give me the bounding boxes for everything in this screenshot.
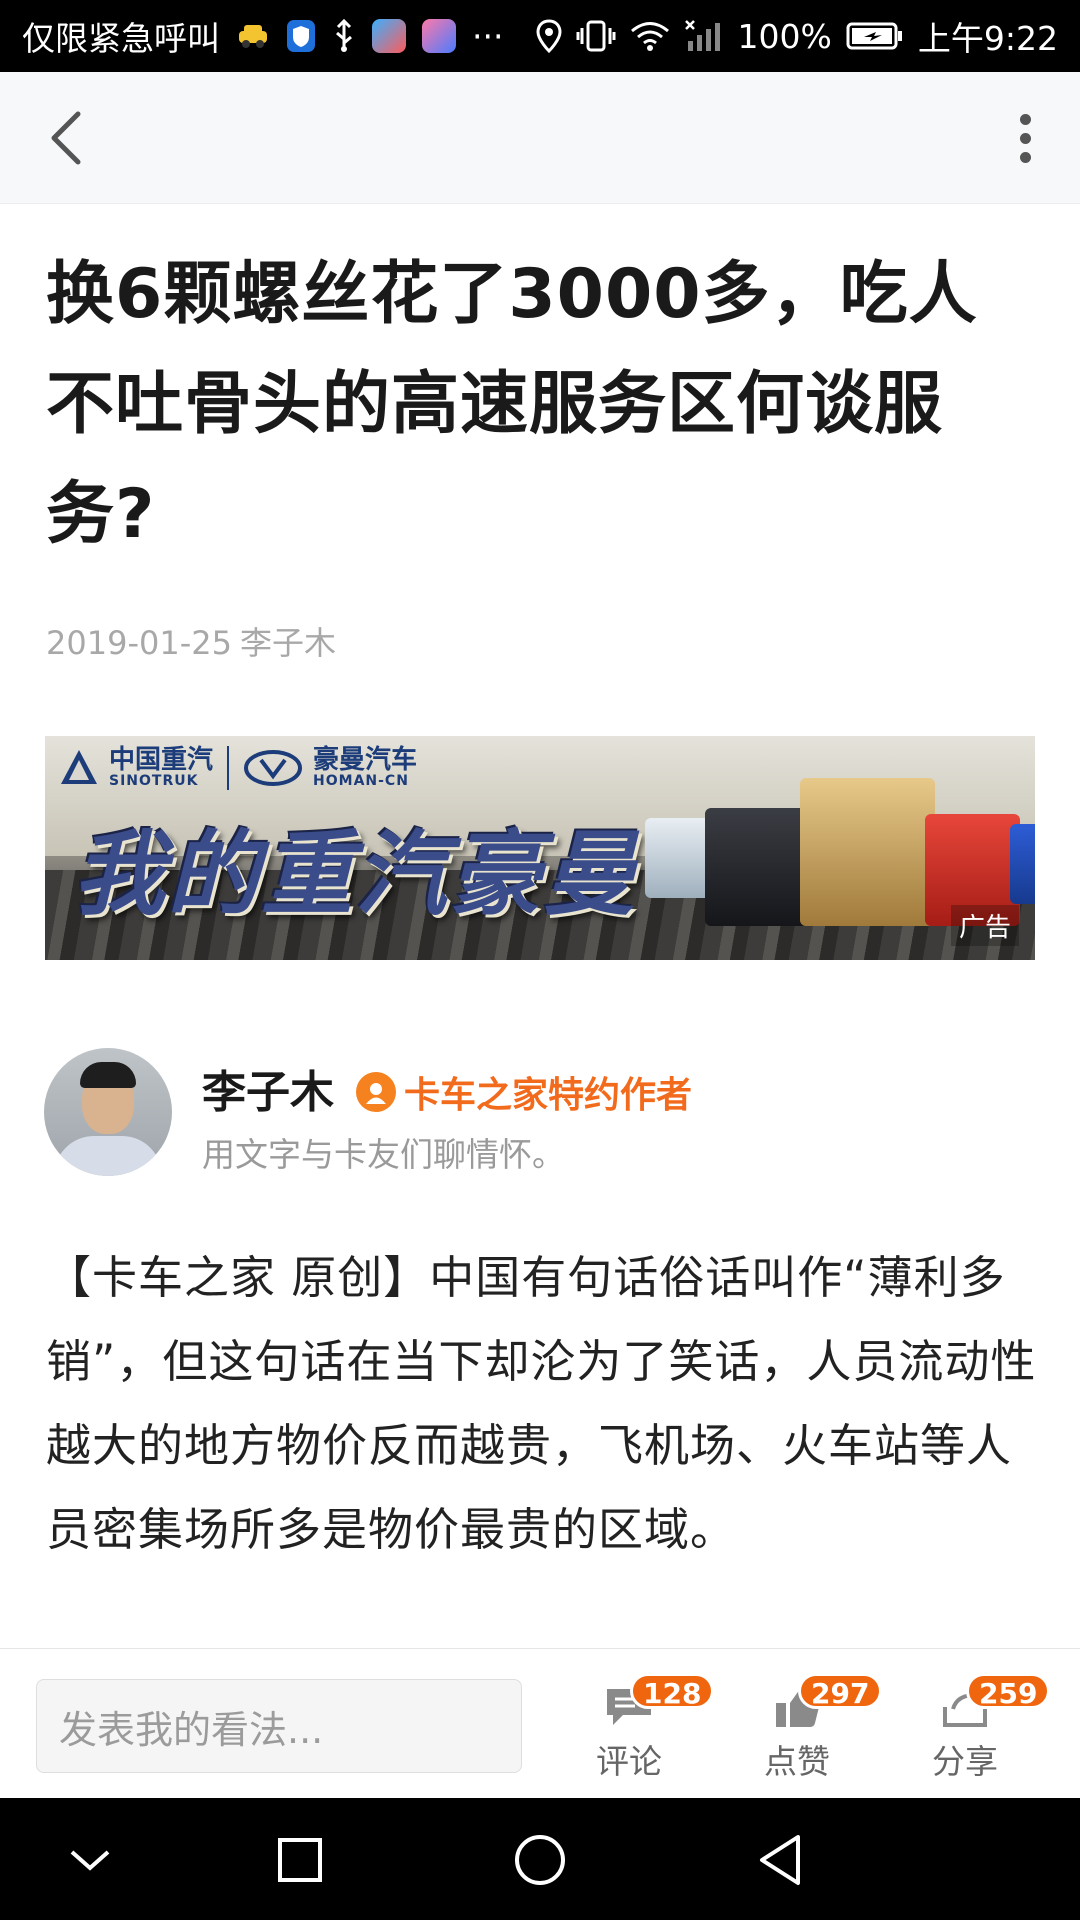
author-badge: 卡车之家特约作者 <box>356 1066 692 1118</box>
location-icon <box>536 19 562 53</box>
like-label: 点赞 <box>764 1742 830 1781</box>
shield-app-icon <box>286 19 316 53</box>
chevron-down-icon <box>70 1850 110 1871</box>
more-dot-icon <box>1019 151 1031 163</box>
publish-date: 2019-01-25 <box>46 624 232 662</box>
system-nav-bar <box>0 1798 1080 1920</box>
comment-label: 评论 <box>596 1742 662 1781</box>
ad-slogan: 我的重汽豪曼 <box>73 821 638 928</box>
homan-logo-icon <box>244 750 303 786</box>
nav-collapse-button[interactable] <box>58 1828 122 1892</box>
battery-icon <box>846 21 904 51</box>
article-title: 换6颗螺丝花了3000多，吃人不吐骨头的高速服务区何谈服务? <box>46 255 978 554</box>
share-count-badge: 259 <box>966 1673 1051 1710</box>
emergency-call-text: 仅限紧急呼叫 <box>22 19 220 58</box>
wifi-icon <box>630 20 670 52</box>
back-arrow-icon <box>51 111 81 165</box>
taxi-app-icon <box>236 21 270 51</box>
truck-image <box>1010 824 1035 904</box>
sinotruk-logo-icon <box>61 750 97 784</box>
status-bar: 仅限紧急呼叫 ··· 100% 上午9:22 <box>0 0 1080 72</box>
author-badge-icon <box>356 1072 396 1112</box>
status-left: 仅限紧急呼叫 ··· <box>22 12 536 60</box>
nav-home-button[interactable] <box>508 1828 572 1892</box>
avatar[interactable] <box>44 1048 172 1176</box>
signal-icon <box>684 19 724 53</box>
status-right: 100% 上午9:22 <box>536 12 1058 60</box>
more-dot-icon <box>1019 132 1031 144</box>
circle-icon <box>515 1835 565 1885</box>
truck-image <box>705 808 815 926</box>
author-badge-text: 卡车之家特约作者 <box>404 1074 693 1116</box>
baidu-app-icon <box>422 19 456 53</box>
ad-brand1-cn: 中国重汽 <box>109 745 214 775</box>
author-name[interactable]: 李子木 <box>202 1056 334 1120</box>
author-card[interactable]: 李子木 卡车之家特约作者 用文字与卡友们聊情怀。 <box>44 1048 1034 1178</box>
ad-label: 广告 <box>950 905 1019 946</box>
ad-logos: 中国重汽 SINOTRUK 豪曼汽车 HOMAN-CN <box>59 746 417 790</box>
share-label: 分享 <box>932 1742 998 1781</box>
article-paragraph: 【卡车之家 原创】中国有句话俗话叫作“薄利多销”，但这句话在当下却沦为了笑话，人… <box>46 1251 1037 1556</box>
square-icon <box>278 1838 322 1882</box>
more-options-button[interactable] <box>1000 106 1050 170</box>
nav-back-button[interactable] <box>748 1828 812 1892</box>
ad-banner[interactable]: 中国重汽 SINOTRUK 豪曼汽车 HOMAN-CN 我的重汽豪曼 广告 <box>45 736 1035 960</box>
meta-author: 李子木 <box>239 624 336 662</box>
truck-image <box>800 778 935 926</box>
back-button[interactable] <box>36 106 96 170</box>
ad-brand2-en: HOMAN-CN <box>313 773 409 789</box>
author-bio: 用文字与卡友们聊情怀。 <box>202 1135 565 1174</box>
action-bar: 发表我的看法... 评论 128 点赞 297 分享 259 <box>0 1648 1080 1798</box>
battery-percent: 100% <box>737 16 832 56</box>
comment-button[interactable]: 评论 128 <box>574 1673 715 1781</box>
ad-brand1-en: SINOTRUK <box>109 773 199 789</box>
triangle-back-icon <box>760 1835 800 1885</box>
map-app-icon <box>372 19 406 53</box>
nav-recents-button[interactable] <box>268 1828 332 1892</box>
more-dot-icon <box>1019 113 1031 125</box>
comment-input[interactable]: 发表我的看法... <box>36 1679 522 1773</box>
comment-count-badge: 128 <box>630 1673 715 1710</box>
clock: 上午9:22 <box>917 19 1058 58</box>
like-button[interactable]: 点赞 297 <box>742 1673 883 1781</box>
like-count-badge: 297 <box>798 1673 883 1710</box>
more-notifications: ··· <box>472 16 504 56</box>
article-meta: 2019-01-25 李子木 <box>46 618 336 664</box>
usb-icon <box>332 19 356 53</box>
vibrate-icon <box>576 19 616 53</box>
app-header <box>0 72 1080 204</box>
ad-brand2-cn: 豪曼汽车 <box>313 745 418 775</box>
share-button[interactable]: 分享 259 <box>910 1673 1051 1781</box>
